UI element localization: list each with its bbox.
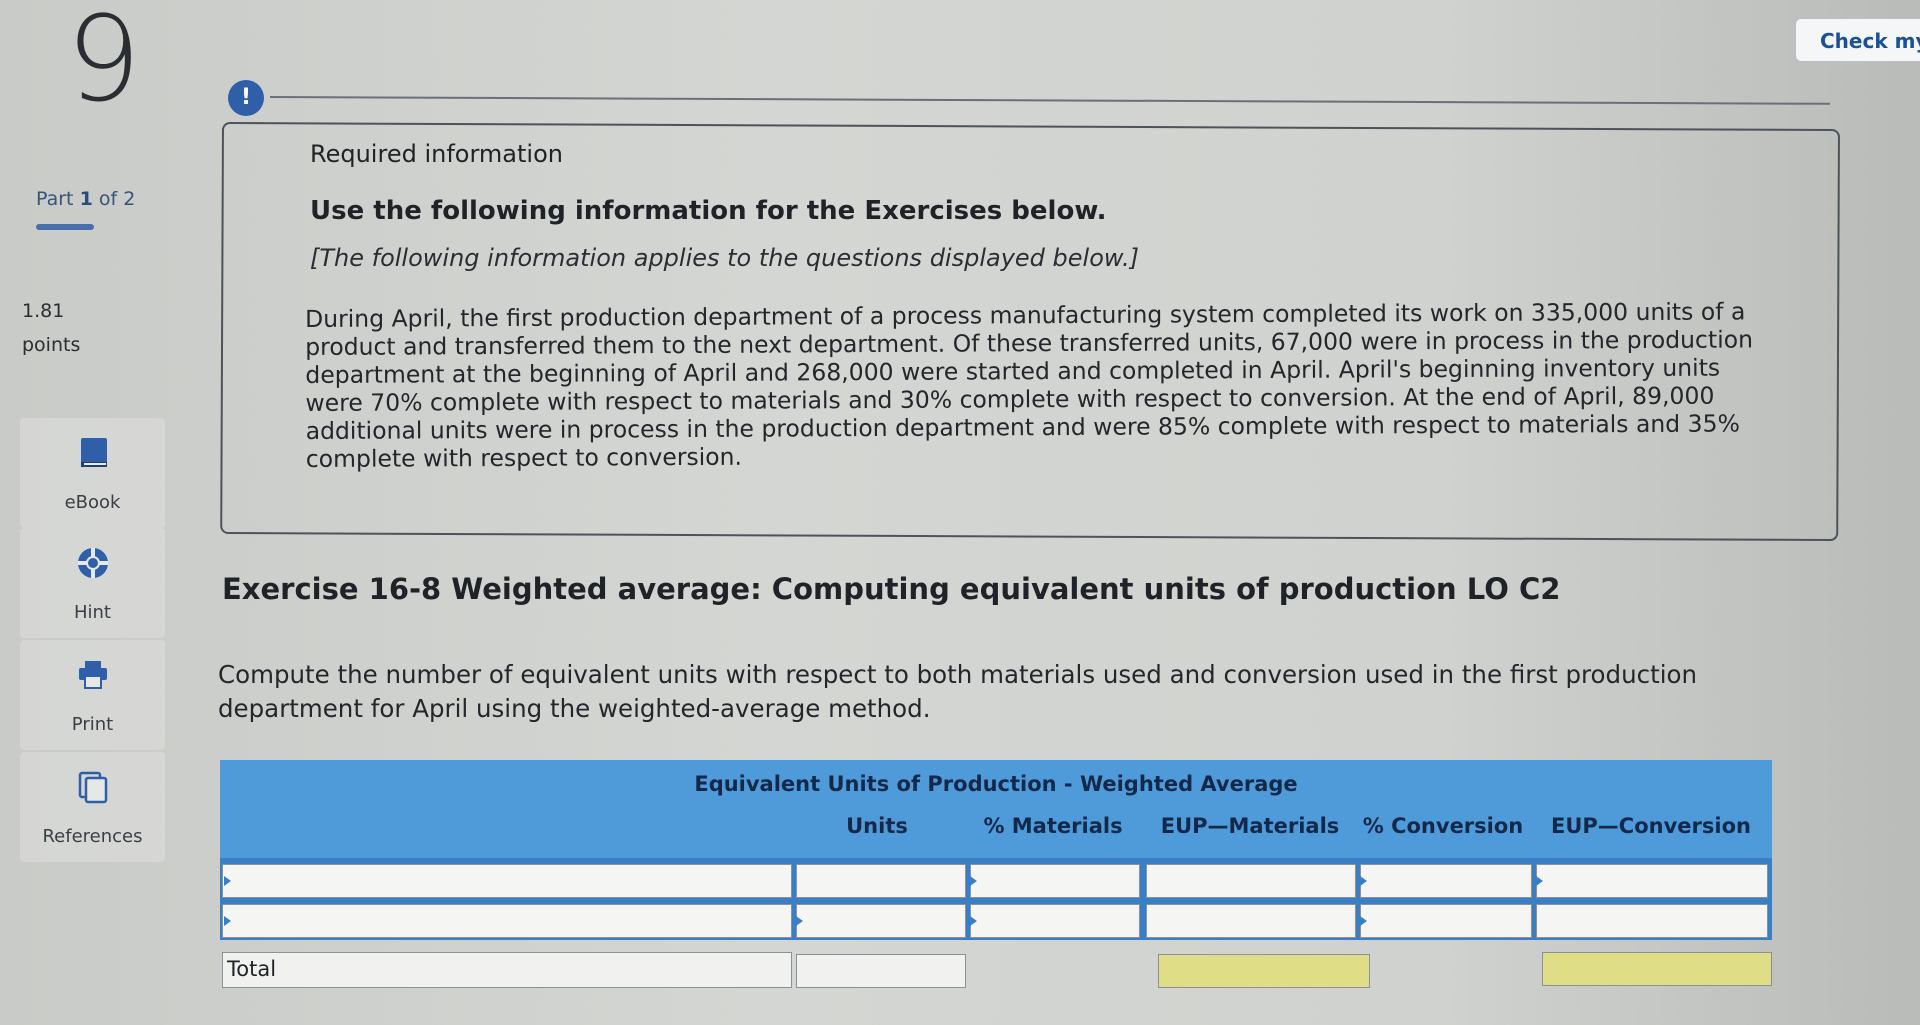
hint-button[interactable]: Hint	[20, 528, 165, 638]
use-info-heading: Use the following information for the Ex…	[310, 196, 1107, 226]
required-info-title: Required information	[310, 140, 563, 168]
col-header-eup-materials: EUP—Materials	[1160, 814, 1340, 838]
part-of: of 2	[98, 188, 136, 210]
exercise-title: Exercise 16-8 Weighted average: Computin…	[222, 572, 1561, 606]
print-button[interactable]: Print	[20, 640, 165, 750]
row1-dropdown-marker-icon	[224, 876, 231, 886]
row1-eup-materials-input[interactable]	[1146, 864, 1356, 898]
alert-icon: !	[228, 80, 264, 116]
row2-label-input[interactable]	[222, 904, 792, 938]
problem-description: During April, the first production depar…	[305, 297, 1754, 473]
row1-units-input[interactable]	[796, 864, 966, 898]
row2-units-input[interactable]	[796, 904, 966, 938]
row2-pctconv-marker-icon	[1360, 916, 1367, 926]
ebook-button[interactable]: eBook	[20, 418, 165, 528]
lifebuoy-icon	[77, 548, 108, 578]
row1-eup-conversion-input[interactable]	[1536, 864, 1768, 898]
points-value: 1.81	[22, 300, 65, 322]
references-button[interactable]: References	[20, 752, 165, 862]
row2-pct-materials-input[interactable]	[970, 904, 1140, 938]
total-eup-materials	[1158, 954, 1370, 988]
total-units-input[interactable]	[796, 954, 966, 988]
part-label: Part	[36, 188, 74, 210]
part-indicator: Part 1 of 2	[36, 188, 135, 210]
references-label: References	[42, 826, 143, 847]
points-label: points	[22, 334, 81, 356]
row1-pctmat-marker-icon	[970, 876, 977, 886]
applies-note: [The following information applies to th…	[310, 244, 1139, 272]
row1-eupconv-marker-icon	[1536, 876, 1543, 886]
part-current: 1	[79, 188, 93, 210]
row2-eup-conversion-input[interactable]	[1536, 904, 1768, 938]
check-my-work-button[interactable]: Check my	[1795, 18, 1920, 62]
col-header-pct-conversion: % Conversion	[1362, 814, 1524, 838]
row2-pct-conversion-input[interactable]	[1360, 904, 1532, 938]
documents-icon	[78, 771, 107, 804]
row2-pctmat-marker-icon	[970, 916, 977, 926]
exercise-instructions: Compute the number of equivalent units w…	[218, 660, 1698, 723]
printer-icon	[78, 661, 107, 689]
question-number: 9	[66, 0, 142, 128]
part-progress-bar	[36, 224, 94, 230]
book-icon	[80, 438, 107, 467]
ebook-label: eBook	[64, 492, 121, 513]
col-header-pct-materials: % Materials	[983, 814, 1123, 838]
print-label: Print	[71, 714, 114, 735]
row1-pct-materials-input[interactable]	[970, 864, 1140, 898]
table-title: Equivalent Units of Production - Weighte…	[694, 772, 1298, 796]
row1-pctconv-marker-icon	[1360, 876, 1367, 886]
table-header: Equivalent Units of Production - Weighte…	[220, 760, 1772, 858]
row2-eup-materials-input[interactable]	[1146, 904, 1356, 938]
row2-dropdown-marker-icon	[224, 916, 231, 926]
row1-label-input[interactable]	[222, 864, 792, 898]
hint-label: Hint	[73, 602, 111, 623]
total-label: Total	[222, 952, 792, 988]
total-eup-conversion	[1542, 952, 1772, 986]
row1-pct-conversion-input[interactable]	[1360, 864, 1532, 898]
divider	[269, 96, 1830, 105]
col-header-units: Units	[846, 814, 908, 838]
row2-units-marker-icon	[796, 916, 803, 926]
col-header-eup-conversion: EUP—Conversion	[1551, 814, 1751, 838]
